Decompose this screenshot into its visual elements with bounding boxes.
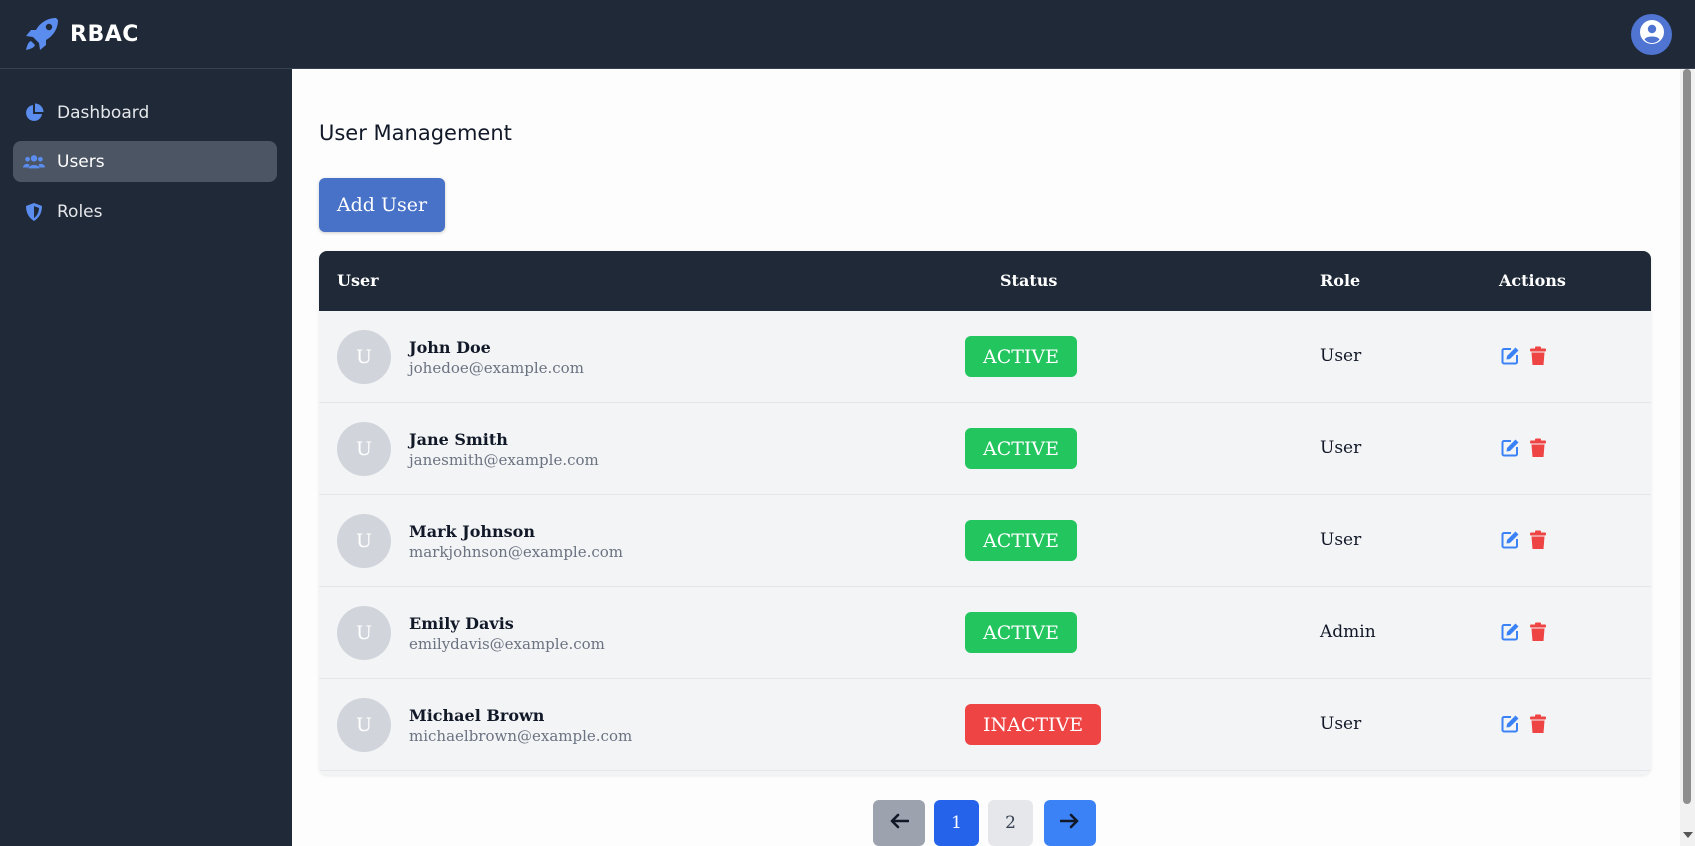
avatar: U [337, 422, 391, 476]
edit-icon[interactable] [1499, 436, 1521, 460]
pagination-next-button[interactable] [1044, 800, 1096, 846]
user-email: johedoe@example.com [409, 359, 584, 377]
scrollbar[interactable] [1680, 69, 1695, 846]
user-role: User [1320, 714, 1362, 734]
trash-icon[interactable] [1527, 436, 1549, 460]
add-user-button[interactable]: Add User [319, 178, 445, 232]
table-row: U Mark Johnson markjohnson@example.com A… [319, 495, 1651, 587]
trash-icon[interactable] [1527, 620, 1549, 644]
users-icon [23, 151, 45, 173]
sidebar-item-roles[interactable]: Roles [13, 191, 277, 232]
edit-icon[interactable] [1499, 528, 1521, 552]
user-email: michaelbrown@example.com [409, 727, 633, 745]
table-header: User Status Role Actions [319, 251, 1651, 311]
trash-icon[interactable] [1527, 344, 1549, 368]
status-badge: ACTIVE [965, 428, 1078, 469]
user-email: emilydavis@example.com [409, 635, 605, 653]
app-name: RBAC [70, 21, 139, 47]
column-header-actions: Actions [1499, 271, 1566, 290]
arrow-right-icon [1059, 813, 1080, 834]
avatar: U [337, 698, 391, 752]
avatar: U [337, 514, 391, 568]
scroll-down-arrow-icon[interactable] [1683, 832, 1693, 838]
arrow-left-icon [889, 813, 910, 834]
sidebar-item-dashboard[interactable]: Dashboard [13, 92, 277, 133]
avatar: U [337, 606, 391, 660]
user-role: User [1320, 530, 1362, 550]
page-title: User Management [319, 121, 512, 145]
pagination-page-2[interactable]: 2 [988, 800, 1033, 846]
user-role: User [1320, 438, 1362, 458]
user-name: John Doe [409, 338, 491, 357]
sidebar-item-label: Dashboard [57, 102, 150, 123]
scrollbar-thumb[interactable] [1683, 69, 1691, 804]
users-table: User Status Role Actions U John Doe johe… [319, 251, 1651, 775]
user-role: User [1320, 346, 1362, 366]
rocket-icon [22, 14, 62, 54]
table-row: U Jane Smith janesmith@example.com ACTIV… [319, 403, 1651, 495]
user-email: janesmith@example.com [409, 451, 599, 469]
main-content: User Management Add User User Status Rol… [292, 69, 1680, 846]
table-row: U Michael Brown michaelbrown@example.com… [319, 679, 1651, 771]
edit-icon[interactable] [1499, 620, 1521, 644]
avatar: U [337, 330, 391, 384]
trash-icon[interactable] [1527, 712, 1549, 736]
pagination-page-1[interactable]: 1 [934, 800, 979, 846]
status-badge: ACTIVE [965, 520, 1078, 561]
table-row: U Emily Davis emilydavis@example.com ACT… [319, 587, 1651, 679]
user-name: Mark Johnson [409, 522, 535, 541]
table-row: U John Doe johedoe@example.com ACTIVE Us… [319, 311, 1651, 403]
pagination-prev-button[interactable] [873, 800, 925, 846]
edit-icon[interactable] [1499, 344, 1521, 368]
status-badge: INACTIVE [965, 704, 1102, 745]
sidebar-item-label: Roles [57, 201, 103, 222]
column-header-role: Role [1320, 271, 1361, 290]
column-header-user: User [337, 271, 379, 290]
user-email: markjohnson@example.com [409, 543, 624, 561]
status-badge: ACTIVE [965, 336, 1078, 377]
user-menu-button[interactable] [1631, 14, 1672, 55]
user-circle-icon [1639, 19, 1665, 50]
brand[interactable]: RBAC [22, 14, 139, 54]
sidebar-item-users[interactable]: Users [13, 141, 277, 182]
user-name: Michael Brown [409, 706, 545, 725]
edit-icon[interactable] [1499, 712, 1521, 736]
user-role: Admin [1320, 622, 1376, 642]
column-header-status: Status [1000, 271, 1058, 290]
status-badge: ACTIVE [965, 612, 1078, 653]
pie-chart-icon [23, 102, 45, 124]
trash-icon[interactable] [1527, 528, 1549, 552]
sidebar: Dashboard Users Roles [0, 69, 292, 846]
top-bar: RBAC [0, 0, 1695, 69]
sidebar-item-label: Users [57, 151, 105, 172]
user-name: Jane Smith [409, 430, 508, 449]
shield-icon [23, 201, 45, 223]
user-name: Emily Davis [409, 614, 514, 633]
